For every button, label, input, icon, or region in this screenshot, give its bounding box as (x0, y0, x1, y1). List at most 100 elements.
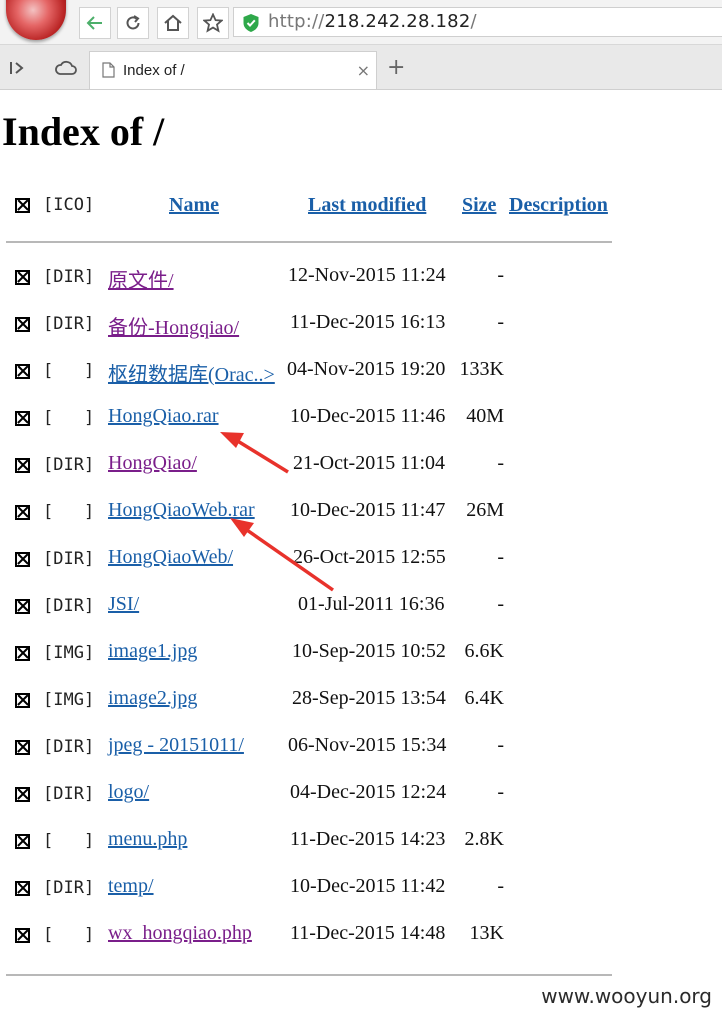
row-alt-text: [DIR] (43, 737, 95, 757)
url-host: 218.242.28.182 (324, 11, 471, 32)
table-row: [DIR] temp/10-Dec-2015 11:42 - (0, 871, 722, 911)
file-size: 2.8K (464, 828, 504, 850)
broken-image-icon (15, 787, 30, 802)
file-size: - (497, 734, 504, 756)
table-row: [DIR] jpeg - 20151011/06-Nov-2015 15:34 - (0, 730, 722, 770)
sort-by-name-link[interactable]: Name (169, 194, 219, 217)
address-bar[interactable]: http://218.242.28.182/ (233, 7, 722, 37)
table-row: [DIR] HongQiaoWeb/26-Oct-2015 12:55 - (0, 542, 722, 582)
home-button[interactable] (157, 7, 189, 39)
broken-image-icon (15, 834, 30, 849)
close-icon[interactable]: × (357, 61, 370, 80)
entry-link[interactable]: JSI/ (108, 593, 139, 616)
broken-image-icon (15, 364, 30, 379)
footer-divider (6, 974, 612, 976)
last-modified: 04-Dec-2015 12:24 (290, 781, 447, 803)
file-size: - (497, 875, 504, 897)
broken-image-icon (15, 740, 30, 755)
file-size: 26M (466, 499, 504, 521)
file-size: 6.4K (464, 687, 504, 709)
entry-link[interactable]: jpeg - 20151011/ (108, 734, 244, 757)
table-row: [ ] menu.php 11-Dec-2015 14:23 2.8K (0, 824, 722, 864)
row-alt-text: [ ] (43, 502, 95, 522)
sort-by-size-link[interactable]: Size (462, 194, 496, 217)
sort-by-description-link[interactable]: Description (509, 194, 608, 217)
last-modified: 11-Dec-2015 14:48 (290, 922, 446, 944)
file-size: 13K (469, 922, 504, 944)
row-alt-text: [ ] (43, 831, 95, 851)
row-alt-text: [DIR] (43, 784, 95, 804)
last-modified: 26-Oct-2015 12:55 (293, 546, 446, 568)
table-row: [DIR] 备份-Hongqiao/11-Dec-2015 16:13 - (0, 307, 722, 347)
header-alt-text: [ICO] (43, 195, 95, 215)
sidebar-toggle-icon[interactable] (9, 60, 27, 76)
row-alt-text: [ ] (43, 925, 95, 945)
browser-toolbar: http://218.242.28.182/ (0, 0, 722, 45)
entry-link[interactable]: image2.jpg (108, 687, 197, 710)
broken-image-icon (15, 198, 30, 213)
entry-link[interactable]: menu.php (108, 828, 187, 851)
file-size: 40M (466, 405, 504, 427)
broken-image-icon (15, 411, 30, 426)
row-alt-text: [DIR] (43, 314, 95, 334)
broken-image-icon (15, 317, 30, 332)
entry-link[interactable]: HongQiaoWeb.rar (108, 499, 255, 522)
last-modified: 10-Dec-2015 11:47 (290, 499, 446, 521)
entry-link[interactable]: 枢纽数据库(Orac..> (108, 358, 275, 387)
cloud-icon[interactable] (54, 60, 78, 76)
entry-link[interactable]: wx_hongqiao.php (108, 922, 252, 945)
table-row: [ ] wx_hongqiao.php 11-Dec-2015 14:48 13K (0, 918, 722, 958)
browser-logo[interactable] (6, 0, 66, 40)
row-alt-text: [DIR] (43, 549, 95, 569)
last-modified: 04-Nov-2015 19:20 (287, 358, 446, 380)
broken-image-icon (15, 599, 30, 614)
row-alt-text: [ ] (43, 361, 95, 381)
entry-link[interactable]: HongQiao/ (108, 452, 197, 475)
tab-index[interactable]: Index of / × (89, 51, 377, 89)
last-modified: 10-Dec-2015 11:42 (290, 875, 446, 897)
entry-link[interactable]: image1.jpg (108, 640, 197, 663)
broken-image-icon (15, 458, 30, 473)
broken-image-icon (15, 646, 30, 661)
watermark: www.wooyun.org (541, 984, 712, 1008)
sort-by-last-modified-link[interactable]: Last modified (308, 194, 426, 217)
last-modified: 28-Sep-2015 13:54 (292, 687, 446, 709)
entry-link[interactable]: HongQiaoWeb/ (108, 546, 233, 569)
table-row: [IMG] image1.jpg 10-Sep-2015 10:52 6.6K (0, 636, 722, 676)
broken-image-icon (15, 928, 30, 943)
file-size: - (497, 593, 504, 615)
reload-icon (126, 15, 140, 30)
tab-label: Index of / (123, 62, 185, 79)
file-size: - (497, 781, 504, 803)
shield-icon (243, 14, 259, 32)
row-alt-text: [DIR] (43, 267, 95, 287)
last-modified: 11-Dec-2015 14:23 (290, 828, 446, 850)
table-header: [ICO] Name Last modified Size Descriptio… (0, 192, 722, 222)
entry-link[interactable]: temp/ (108, 875, 154, 898)
file-size: 6.6K (464, 640, 504, 662)
table-row: [DIR] 原文件/12-Nov-2015 11:24 - (0, 260, 722, 300)
back-button[interactable] (79, 7, 111, 39)
file-size: 133K (459, 358, 504, 380)
table-row: [DIR] HongQiao/21-Oct-2015 11:04 - (0, 448, 722, 488)
bookmark-button[interactable] (197, 7, 229, 39)
table-row: [ ] 枢纽数据库(Orac..> 04-Nov-2015 19:20 133K (0, 354, 722, 394)
row-alt-text: [DIR] (43, 455, 95, 475)
reload-button[interactable] (117, 7, 149, 39)
broken-image-icon (15, 693, 30, 708)
last-modified: 06-Nov-2015 15:34 (288, 734, 447, 756)
broken-image-icon (15, 552, 30, 567)
back-arrow-icon (86, 16, 102, 30)
entry-link[interactable]: logo/ (108, 781, 149, 804)
last-modified: 12-Nov-2015 11:24 (288, 264, 446, 286)
entry-link[interactable]: HongQiao.rar (108, 405, 219, 428)
entry-link[interactable]: 备份-Hongqiao/ (108, 311, 239, 340)
page-title: Index of / (2, 109, 165, 154)
file-size: - (497, 264, 504, 286)
plus-icon[interactable]: + (387, 55, 405, 80)
broken-image-icon (15, 881, 30, 896)
url-text: http://218.242.28.182/ (268, 11, 477, 32)
row-alt-text: [IMG] (43, 643, 95, 663)
table-row: [ ] HongQiaoWeb.rar 10-Dec-2015 11:47 26M (0, 495, 722, 535)
entry-link[interactable]: 原文件/ (108, 264, 174, 293)
